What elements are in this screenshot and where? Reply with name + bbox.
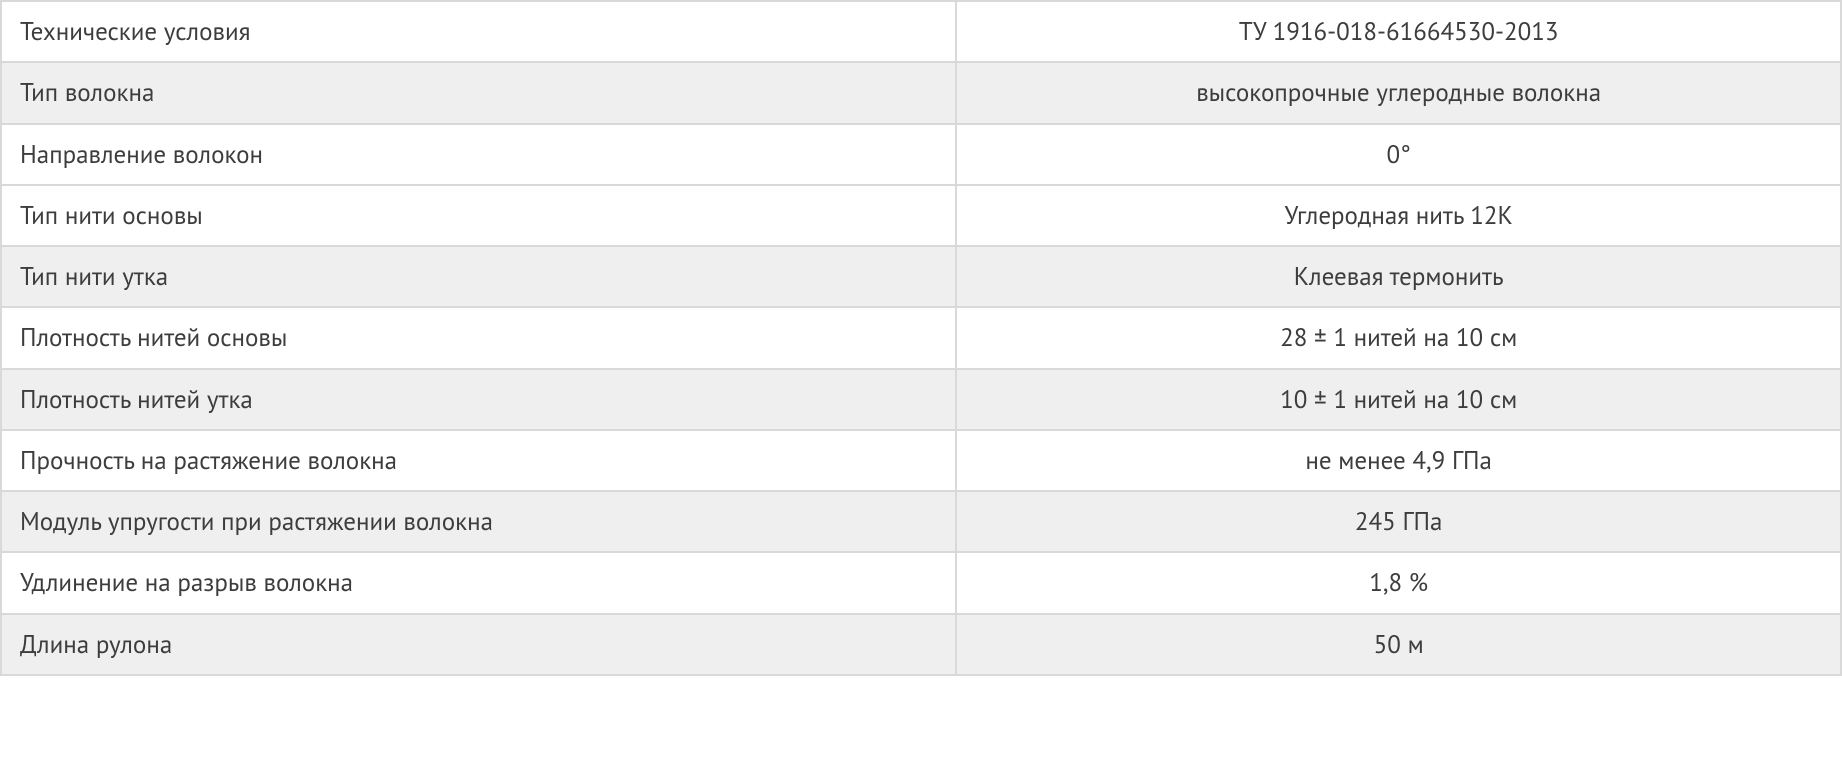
table-row: Тип нити основы Углеродная нить 12К: [1, 185, 1841, 246]
table-row: Длина рулона 50 м: [1, 614, 1841, 675]
table-row: Плотность нитей основы 28 ± 1 нитей на 1…: [1, 307, 1841, 368]
spec-value: высокопрочные углеродные волокна: [956, 62, 1841, 123]
spec-value: 10 ± 1 нитей на 10 см: [956, 369, 1841, 430]
table-row: Направление волокон 0°: [1, 124, 1841, 185]
table-row: Тип нити утка Клеевая термонить: [1, 246, 1841, 307]
spec-value: Углеродная нить 12К: [956, 185, 1841, 246]
spec-value: не менее 4,9 ГПа: [956, 430, 1841, 491]
spec-label: Тип волокна: [1, 62, 956, 123]
spec-value: Клеевая термонить: [956, 246, 1841, 307]
table-row: Модуль упругости при растяжении волокна …: [1, 491, 1841, 552]
spec-label: Длина рулона: [1, 614, 956, 675]
spec-table: Технические условия ТУ 1916-018-61664530…: [0, 0, 1842, 676]
spec-label: Модуль упругости при растяжении волокна: [1, 491, 956, 552]
spec-value: ТУ 1916-018-61664530-2013: [956, 1, 1841, 62]
table-row: Технические условия ТУ 1916-018-61664530…: [1, 1, 1841, 62]
spec-value: 1,8 %: [956, 552, 1841, 613]
table-row: Плотность нитей утка 10 ± 1 нитей на 10 …: [1, 369, 1841, 430]
spec-value: 50 м: [956, 614, 1841, 675]
spec-label: Тип нити основы: [1, 185, 956, 246]
table-row: Тип волокна высокопрочные углеродные вол…: [1, 62, 1841, 123]
spec-label: Тип нити утка: [1, 246, 956, 307]
spec-label: Технические условия: [1, 1, 956, 62]
spec-label: Плотность нитей основы: [1, 307, 956, 368]
spec-table-body: Технические условия ТУ 1916-018-61664530…: [1, 1, 1841, 675]
table-row: Прочность на растяжение волокна не менее…: [1, 430, 1841, 491]
spec-label: Направление волокон: [1, 124, 956, 185]
spec-label: Плотность нитей утка: [1, 369, 956, 430]
spec-value: 0°: [956, 124, 1841, 185]
spec-value: 245 ГПа: [956, 491, 1841, 552]
spec-label: Удлинение на разрыв волокна: [1, 552, 956, 613]
spec-value: 28 ± 1 нитей на 10 см: [956, 307, 1841, 368]
table-row: Удлинение на разрыв волокна 1,8 %: [1, 552, 1841, 613]
spec-label: Прочность на растяжение волокна: [1, 430, 956, 491]
